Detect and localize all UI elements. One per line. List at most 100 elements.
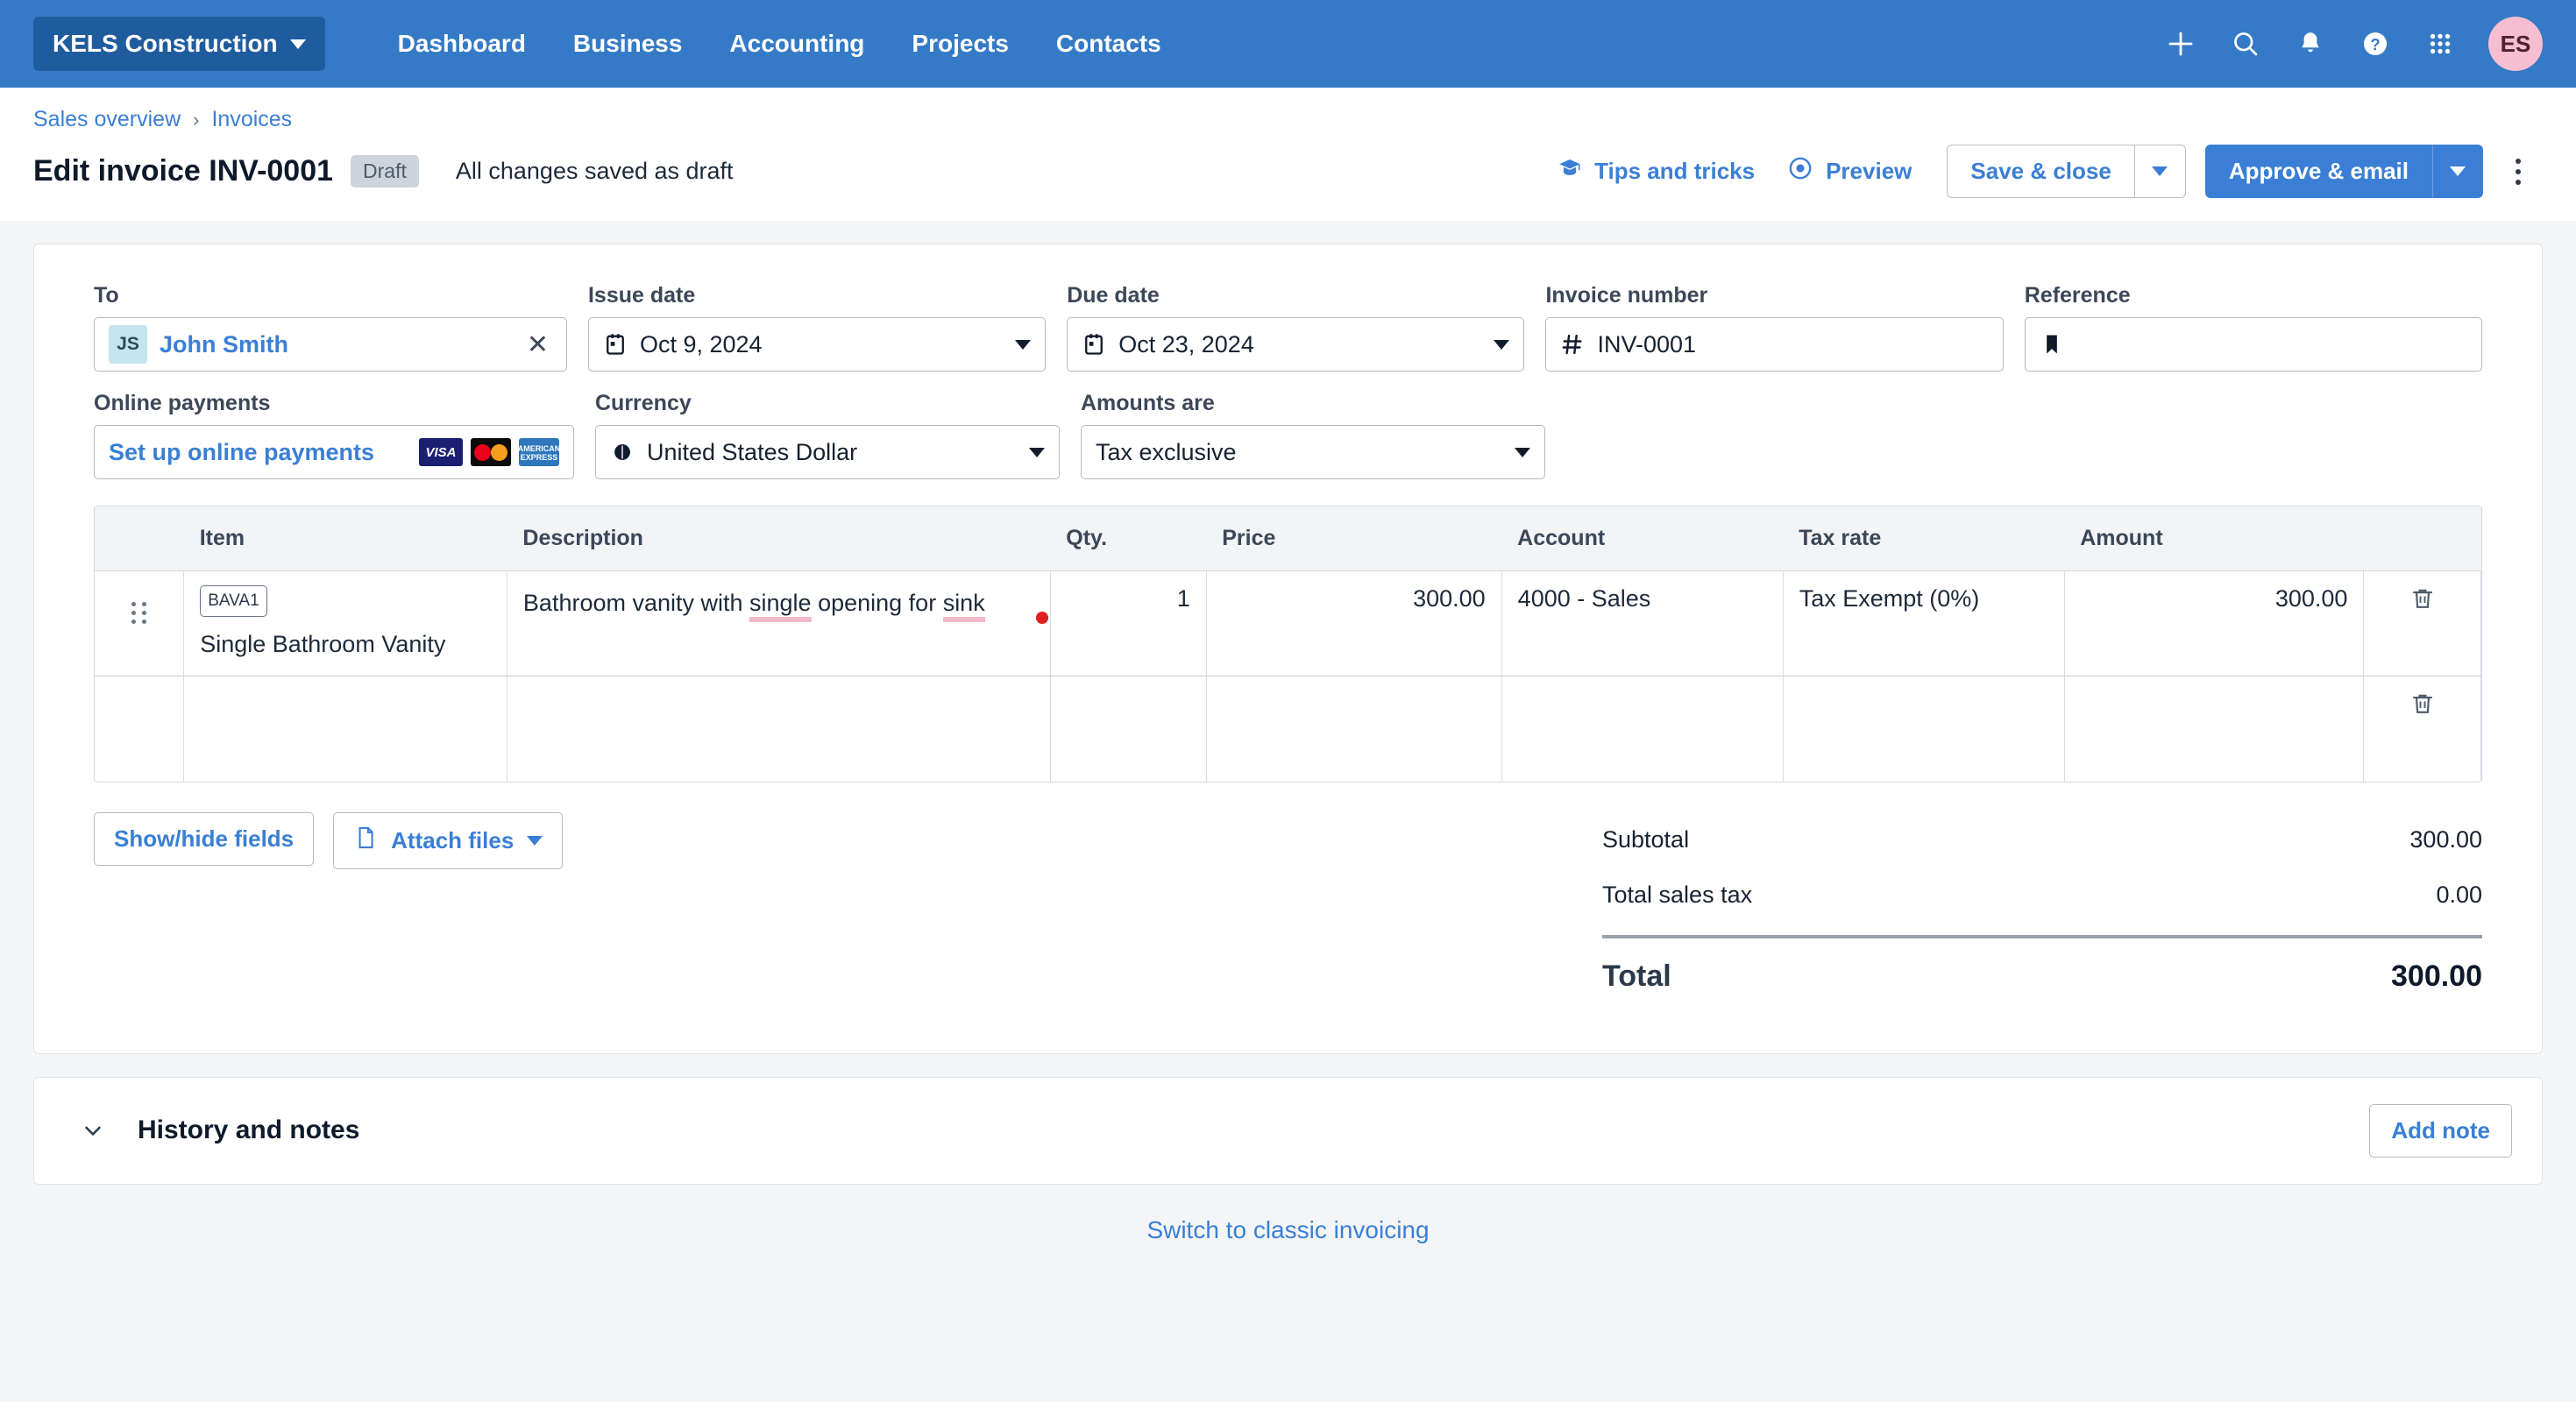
to-input[interactable]: JS John Smith ✕ xyxy=(94,317,567,372)
cell-delete xyxy=(2363,676,2481,782)
total-label: Total xyxy=(1602,959,1671,993)
amounts-are-select[interactable]: Tax exclusive xyxy=(1081,425,1545,479)
nav-item-contacts[interactable]: Contacts xyxy=(1033,19,1185,68)
eye-icon xyxy=(1786,154,1814,188)
breadcrumb: Sales overview › Invoices xyxy=(33,107,2543,132)
plus-icon[interactable] xyxy=(2148,11,2213,76)
chevron-down-icon xyxy=(1015,339,1032,350)
form-row-1: To JS John Smith ✕ Issue date Oct 9, 202… xyxy=(94,283,2482,372)
cell-item[interactable] xyxy=(183,676,507,782)
delete-row-icon[interactable] xyxy=(2409,585,2436,618)
cell-qty[interactable] xyxy=(1050,676,1207,782)
delete-row-icon[interactable] xyxy=(2409,690,2436,723)
org-switcher-button[interactable]: KELS Construction xyxy=(33,17,325,71)
invoice-number-input[interactable]: INV-0001 xyxy=(1545,317,2004,372)
save-and-close-dropdown-toggle[interactable] xyxy=(2134,145,2186,198)
top-navigation-bar: KELS Construction Dashboard Business Acc… xyxy=(0,0,2576,88)
cell-item[interactable]: BAVA1 Single Bathroom Vanity xyxy=(183,570,507,676)
cell-amount: 300.00 xyxy=(2064,570,2365,676)
cell-price[interactable] xyxy=(1206,676,1502,782)
validation-error-dot-icon xyxy=(1035,612,1048,624)
main-nav-links: Dashboard Business Accounting Projects C… xyxy=(374,19,1185,68)
calendar-icon xyxy=(603,332,628,357)
currency-select[interactable]: United States Dollar xyxy=(595,425,1060,479)
due-date-input[interactable]: Oct 23, 2024 xyxy=(1067,317,1525,372)
apps-grid-icon[interactable] xyxy=(2408,11,2473,76)
cell-tax-rate[interactable]: Tax Exempt (0%) xyxy=(1783,570,2065,676)
total-row: Total 300.00 xyxy=(1602,938,2482,1008)
tips-and-tricks-button[interactable]: Tips and tricks xyxy=(1541,146,1771,196)
cell-tax-rate[interactable] xyxy=(1783,676,2065,782)
help-icon[interactable]: ? xyxy=(2343,11,2408,76)
field-reference: Reference xyxy=(2024,283,2482,372)
attach-files-button[interactable]: Attach files xyxy=(333,811,564,869)
sales-tax-label: Total sales tax xyxy=(1602,881,1753,908)
cell-description[interactable]: Bathroom vanity with single opening for … xyxy=(507,570,1051,676)
reference-input[interactable] xyxy=(2024,317,2482,372)
chevron-down-icon xyxy=(527,835,543,846)
table-header-row: Item Description Qty. Price Account Tax … xyxy=(95,506,2481,571)
breadcrumb-sales-overview[interactable]: Sales overview xyxy=(33,107,181,132)
chevron-down-icon xyxy=(289,39,306,49)
chevron-down-icon xyxy=(1494,339,1510,350)
nav-item-projects[interactable]: Projects xyxy=(888,19,1033,68)
field-currency: Currency United States Dollar xyxy=(595,391,1060,479)
save-status-text: All changes saved as draft xyxy=(455,158,734,184)
item-name: Single Bathroom Vanity xyxy=(200,630,446,657)
kebab-dot xyxy=(2516,168,2521,174)
chevron-down-icon xyxy=(1515,447,1530,457)
set-up-online-payments-link[interactable]: Set up online payments xyxy=(109,439,374,466)
more-options-button[interactable] xyxy=(2494,147,2543,196)
cell-account[interactable] xyxy=(1501,676,1784,782)
to-contact-name: John Smith xyxy=(160,330,288,358)
nav-right-actions: ? ES xyxy=(2148,11,2543,76)
field-invoice-number: Invoice number INV-0001 xyxy=(1545,283,2004,372)
history-and-notes-section: History and notes Add note xyxy=(33,1076,2543,1185)
column-header-item: Item xyxy=(183,506,507,571)
clear-contact-icon[interactable]: ✕ xyxy=(523,329,552,360)
page-title: Edit invoice INV-0001 xyxy=(33,154,334,188)
breadcrumb-invoices[interactable]: Invoices xyxy=(211,107,292,132)
table-row xyxy=(95,676,2481,782)
column-header-description: Description xyxy=(507,506,1051,571)
row-drag-handle[interactable] xyxy=(95,570,185,676)
preview-button[interactable]: Preview xyxy=(1771,145,1927,197)
description-text-2: opening for xyxy=(811,590,943,616)
nav-item-business[interactable]: Business xyxy=(550,19,706,68)
notifications-bell-icon[interactable] xyxy=(2278,11,2343,76)
totals-panel: Subtotal 300.00 Total sales tax 0.00 Tot… xyxy=(1602,812,2482,1008)
currency-coin-icon xyxy=(610,440,635,464)
column-header-drag xyxy=(95,506,184,571)
issue-date-input[interactable]: Oct 9, 2024 xyxy=(587,317,1047,372)
online-payments-label: Online payments xyxy=(94,391,271,415)
save-and-close-button[interactable]: Save & close xyxy=(1947,145,2135,198)
due-date-label: Due date xyxy=(1067,283,1160,308)
card-logos: VISA AMERICAN EXPRESS xyxy=(419,438,560,466)
field-issue-date: Issue date Oct 9, 2024 xyxy=(587,283,1047,372)
invoice-form-card: To JS John Smith ✕ Issue date Oct 9, 202… xyxy=(33,244,2543,1054)
cell-description[interactable] xyxy=(507,676,1051,782)
issue-date-label: Issue date xyxy=(587,283,696,308)
row-drag-handle[interactable] xyxy=(95,676,185,782)
cell-price[interactable]: 300.00 xyxy=(1206,570,1502,676)
calendar-icon xyxy=(1082,332,1106,357)
cell-account[interactable]: 4000 - Sales xyxy=(1501,570,1784,676)
search-icon[interactable] xyxy=(2213,11,2278,76)
kebab-dot xyxy=(2516,179,2521,185)
nav-item-dashboard[interactable]: Dashboard xyxy=(374,19,550,68)
show-hide-fields-button[interactable]: Show/hide fields xyxy=(94,811,315,866)
nav-item-accounting[interactable]: Accounting xyxy=(706,19,888,68)
under-table-buttons: Show/hide fields Attach files xyxy=(94,811,564,1008)
approve-and-email-dropdown-toggle[interactable] xyxy=(2432,145,2483,198)
column-header-tax-rate: Tax rate xyxy=(1783,506,2065,571)
cell-qty[interactable]: 1 xyxy=(1050,570,1207,676)
switch-to-classic-invoicing-link[interactable]: Switch to classic invoicing xyxy=(33,1216,2543,1244)
expand-history-chevron-icon[interactable] xyxy=(80,1117,106,1144)
form-row-2: Online payments Set up online payments V… xyxy=(94,391,2482,479)
subtotal-row: Subtotal 300.00 xyxy=(1602,812,2482,867)
user-avatar[interactable]: ES xyxy=(2488,17,2543,71)
add-note-button[interactable]: Add note xyxy=(2369,1103,2512,1158)
field-to: To JS John Smith ✕ xyxy=(94,283,567,372)
approve-and-email-button[interactable]: Approve & email xyxy=(2204,145,2432,198)
sales-tax-row: Total sales tax 0.00 xyxy=(1602,867,2482,923)
